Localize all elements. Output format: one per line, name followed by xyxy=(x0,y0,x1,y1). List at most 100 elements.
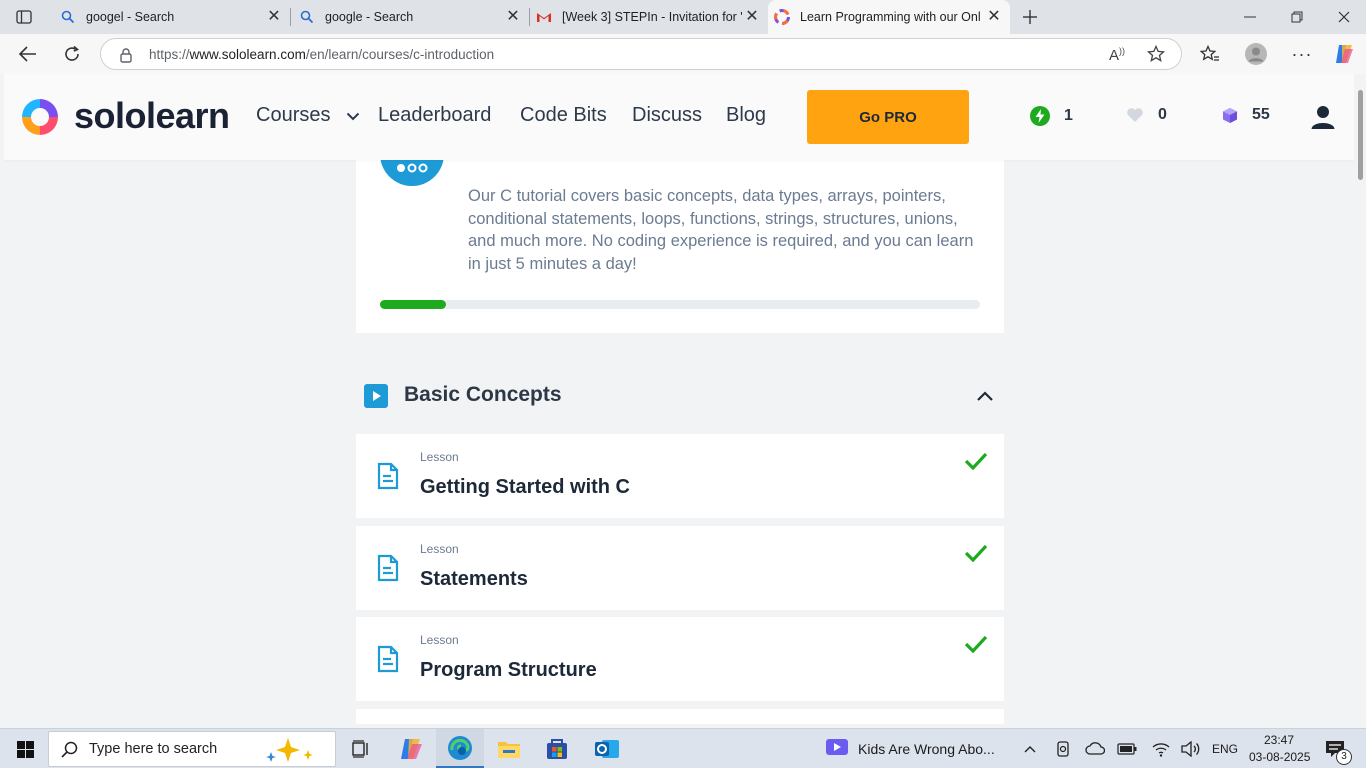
lesson-document-icon xyxy=(377,645,399,678)
windows-taskbar: Type here to search Kids Are Wrong Abo..… xyxy=(0,728,1366,768)
favorite-star-icon[interactable] xyxy=(1146,44,1166,68)
nav-leaderboard[interactable]: Leaderboard xyxy=(378,104,491,127)
browser-tab-3[interactable]: [Week 3] STEPIn - Invitation for "E ✕ xyxy=(530,0,768,34)
course-description: Our C tutorial covers basic concepts, da… xyxy=(468,187,974,274)
copilot-icon[interactable] xyxy=(1330,40,1358,68)
url-path: /en/learn/courses/c-introduction xyxy=(305,47,495,62)
nav-courses[interactable]: Courses xyxy=(256,104,360,127)
language-indicator[interactable]: ENG xyxy=(1212,742,1238,756)
hearts-counter[interactable]: 0 xyxy=(1126,106,1167,124)
course-progress-fill xyxy=(380,300,446,309)
nav-blog[interactable]: Blog xyxy=(726,104,766,127)
close-window-icon[interactable] xyxy=(1330,0,1358,34)
clock-time[interactable]: 23:47 xyxy=(1264,733,1294,747)
hearts-count: 0 xyxy=(1158,106,1167,123)
profile-avatar-icon[interactable] xyxy=(1242,40,1270,68)
lesson-card[interactable]: Lesson Statements xyxy=(356,526,1004,610)
url-prefix: https:// xyxy=(149,47,190,62)
lightning-icon xyxy=(1030,106,1050,126)
search-icon xyxy=(60,9,76,25)
lesson-kicker: Lesson xyxy=(420,450,459,464)
back-arrow-icon[interactable] xyxy=(14,40,42,68)
lesson-card-partial[interactable] xyxy=(356,709,1004,724)
file-explorer-icon[interactable] xyxy=(492,729,526,768)
chevron-up-icon[interactable] xyxy=(1020,729,1040,768)
lesson-title: Statements xyxy=(420,568,528,590)
volume-icon[interactable] xyxy=(1180,729,1202,768)
play-icon xyxy=(364,384,388,413)
close-icon[interactable]: ✕ xyxy=(505,9,521,25)
search-placeholder: Type here to search xyxy=(89,741,218,757)
close-icon[interactable]: ✕ xyxy=(744,9,760,25)
close-icon[interactable]: ✕ xyxy=(266,9,282,25)
page-scrollbar[interactable] xyxy=(1354,74,1366,724)
browser-tab-4-active[interactable]: Learn Programming with our Onli ✕ xyxy=(768,0,1010,34)
heart-icon xyxy=(1127,108,1143,122)
edge-taskbar-icon[interactable] xyxy=(436,729,484,768)
notification-count-badge: 3 xyxy=(1336,749,1352,765)
site-header: sololearn Courses Leaderboard Code Bits … xyxy=(4,74,1354,160)
gmail-icon xyxy=(536,9,552,25)
lesson-title: Program Structure xyxy=(420,659,597,681)
browser-toolbar: https://www.sololearn.com/en/learn/cours… xyxy=(0,34,1366,74)
tab-title: googel - Search xyxy=(86,10,175,24)
video-icon xyxy=(826,738,848,761)
lock-icon[interactable] xyxy=(119,47,133,68)
new-tab-icon[interactable] xyxy=(1016,0,1044,34)
copilot-taskbar-icon[interactable] xyxy=(394,729,428,768)
url-host: www.sololearn.com xyxy=(189,47,306,62)
windows-start-icon[interactable] xyxy=(12,729,38,768)
onedrive-icon[interactable] xyxy=(1084,729,1106,768)
search-highlight-sparkle-icon xyxy=(263,736,323,768)
more-options-icon[interactable]: ··· xyxy=(1288,40,1316,68)
streak-counter[interactable]: 1 xyxy=(1030,106,1073,126)
clock-date[interactable]: 03-08-2025 xyxy=(1249,750,1310,764)
chevron-down-icon xyxy=(346,104,360,127)
tab-title: google - Search xyxy=(325,10,414,24)
battery-icon[interactable] xyxy=(1116,729,1138,768)
taskbar-search-box[interactable]: Type here to search xyxy=(48,731,336,767)
checkmark-icon xyxy=(964,452,988,475)
close-icon[interactable]: ✕ xyxy=(986,9,1002,25)
lesson-document-icon xyxy=(377,554,399,587)
media-title: Kids Are Wrong Abo... xyxy=(858,741,995,757)
course-progress-bar xyxy=(380,300,980,309)
bits-counter[interactable]: 55 xyxy=(1222,106,1270,124)
wifi-icon[interactable] xyxy=(1150,729,1172,768)
page-viewport: sololearn Courses Leaderboard Code Bits … xyxy=(4,74,1354,724)
tab-actions-icon[interactable] xyxy=(10,0,38,34)
nav-discuss[interactable]: Discuss xyxy=(632,104,702,127)
browser-tab-strip: googel - Search ✕ google - Search ✕ [Wee… xyxy=(0,0,1366,34)
chevron-up-icon[interactable] xyxy=(976,389,994,407)
minimize-icon[interactable] xyxy=(1236,0,1264,34)
task-view-icon[interactable] xyxy=(346,729,376,768)
module-title: Basic Concepts xyxy=(404,383,562,406)
checkmark-icon xyxy=(964,635,988,658)
notification-center-icon[interactable]: 3 xyxy=(1318,729,1352,768)
bits-count: 55 xyxy=(1252,106,1270,123)
address-bar[interactable]: https://www.sololearn.com/en/learn/cours… xyxy=(100,38,1182,70)
lesson-card[interactable]: Lesson Program Structure xyxy=(356,617,1004,701)
tab-title: [Week 3] STEPIn - Invitation for "E xyxy=(562,10,742,24)
lesson-card[interactable]: Lesson Getting Started with C xyxy=(356,434,1004,518)
browser-tab-2[interactable]: google - Search ✕ xyxy=(291,0,529,34)
microsoft-store-icon[interactable] xyxy=(540,729,574,768)
scrollbar-thumb[interactable] xyxy=(1358,90,1363,180)
tab-title: Learn Programming with our Onli xyxy=(800,10,980,24)
lesson-kicker: Lesson xyxy=(420,542,459,556)
browser-tab-1[interactable]: googel - Search ✕ xyxy=(52,0,290,34)
refresh-icon[interactable] xyxy=(58,40,86,68)
site-logo-text[interactable]: sololearn xyxy=(74,95,230,137)
module-header[interactable]: Basic Concepts xyxy=(356,370,1004,422)
lesson-title: Getting Started with C xyxy=(420,476,630,498)
favorites-icon[interactable] xyxy=(1196,40,1224,68)
meet-now-icon[interactable] xyxy=(1052,729,1074,768)
restore-icon[interactable] xyxy=(1283,0,1311,34)
go-pro-button[interactable]: Go PRO xyxy=(807,90,969,144)
nav-code-bits[interactable]: Code Bits xyxy=(520,104,607,127)
read-aloud-icon[interactable]: A)) xyxy=(1109,46,1125,64)
outlook-icon[interactable] xyxy=(590,729,624,768)
sololearn-logo-icon[interactable] xyxy=(19,96,61,143)
media-widget[interactable]: Kids Are Wrong Abo... xyxy=(826,729,1006,768)
user-account-icon[interactable] xyxy=(1310,104,1336,135)
